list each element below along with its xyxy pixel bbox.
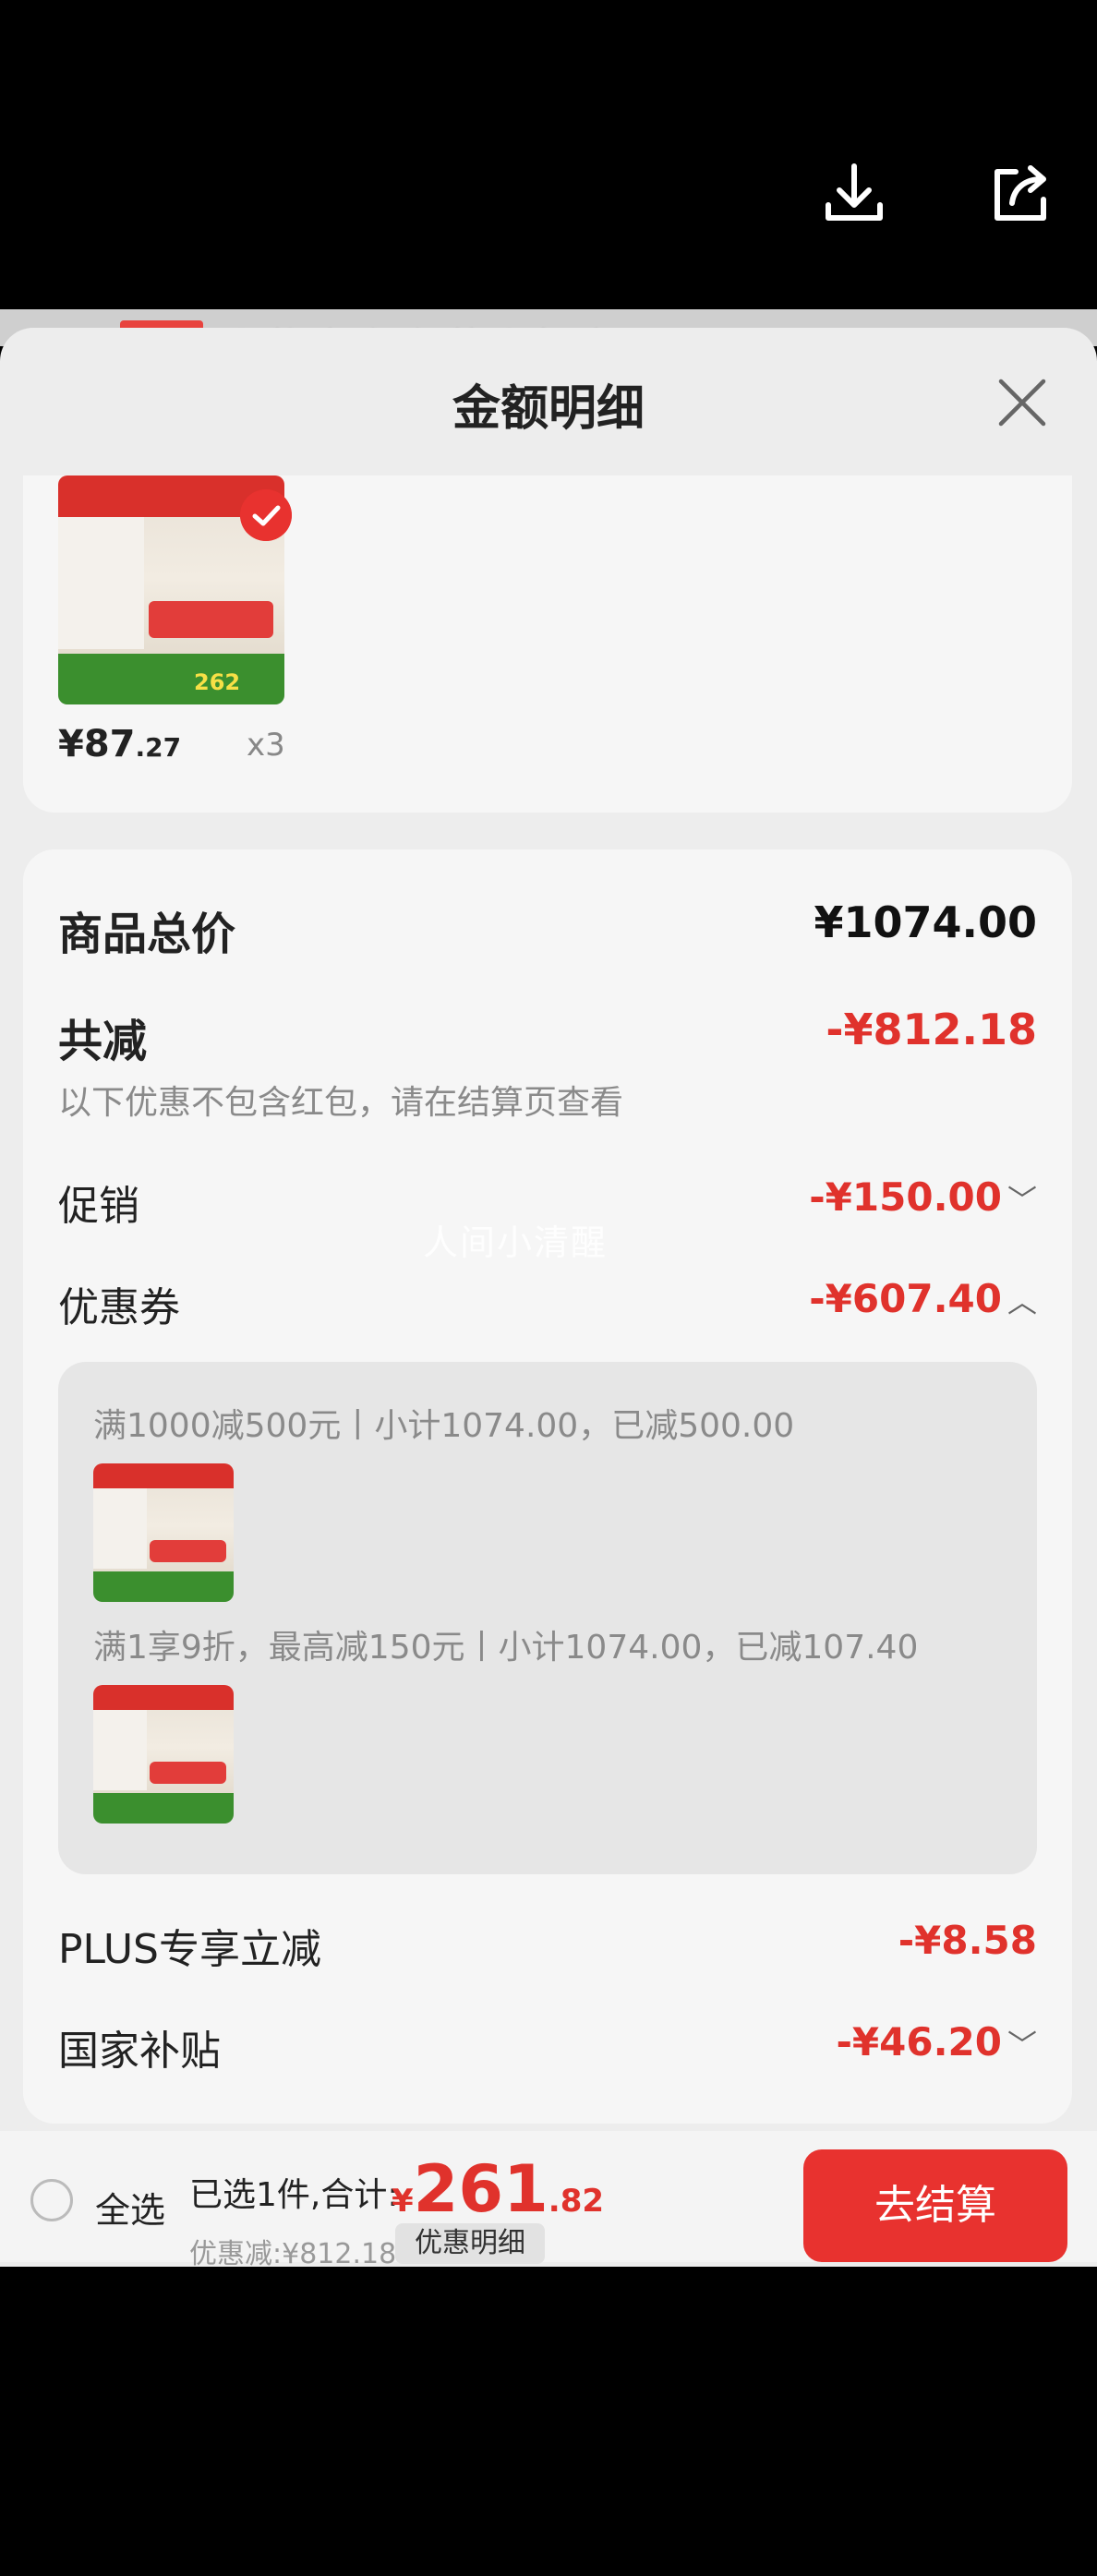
- select-all-radio[interactable]: [30, 2179, 73, 2221]
- total-price-label: 商品总价: [58, 909, 236, 960]
- top-bar: [0, 0, 1097, 309]
- coupon-product-image-1: [93, 1463, 234, 1602]
- subsidy-label: 国家补贴: [58, 2028, 221, 2075]
- promotion-value: -¥150.00: [809, 1174, 1002, 1220]
- promotion-label: 促销: [58, 1183, 139, 1230]
- product-quantity: x3: [247, 727, 285, 764]
- watermark: 人间小清醒: [423, 1222, 609, 1263]
- total-amount: ¥261.82: [392, 2151, 605, 2227]
- coupon-product-image-2: [93, 1685, 234, 1824]
- subsidy-row[interactable]: -¥46.20 ﹀: [836, 2019, 1037, 2064]
- subsidy-value: -¥46.20: [836, 2019, 1002, 2064]
- coupon-row[interactable]: -¥607.40 ︿: [809, 1276, 1037, 1321]
- coupon-label: 优惠券: [58, 1284, 180, 1331]
- price-breakdown-card: 商品总价 ¥1074.00 共减 -¥812.18 以下优惠不包含红包，请在结算…: [23, 849, 1072, 2124]
- coupon-line-1: 满1000减500元丨小计1074.00，已减500.00: [93, 1407, 795, 1445]
- checkout-button[interactable]: 去结算: [803, 2149, 1067, 2262]
- promotion-row[interactable]: -¥150.00 ﹀: [809, 1174, 1037, 1220]
- chevron-down-icon: ﹀: [1007, 1183, 1037, 1218]
- share-icon[interactable]: [984, 157, 1058, 231]
- thumb-number: 262: [194, 669, 241, 696]
- coupon-detail-box: 满1000减500元丨小计1074.00，已减500.00 满1享9折，最高减1…: [58, 1362, 1037, 1874]
- select-all-label[interactable]: 全选: [95, 2182, 165, 2233]
- download-icon[interactable]: [817, 157, 891, 231]
- reduction-note: 以下优惠不包含红包，请在结算页查看: [58, 1084, 624, 1122]
- plus-discount-label: PLUS专享立减: [58, 1926, 321, 1973]
- selection-summary: 已选1件,合计:: [189, 2176, 399, 2214]
- coupon-value: -¥607.40: [809, 1276, 1002, 1321]
- plus-discount-value: -¥8.58: [898, 1918, 1037, 1963]
- total-reduction-label: 共减: [58, 1016, 148, 1067]
- amount-detail-sheet: 金额明细 262 ¥87.27 x3 商品总价 ¥1074.00 共减 -¥81…: [0, 328, 1097, 2267]
- discount-detail-button[interactable]: 优惠明细: [395, 2223, 545, 2264]
- chevron-up-icon: ︿: [1007, 1284, 1037, 1319]
- total-reduction-value: -¥812.18: [826, 1005, 1037, 1054]
- coupon-line-2: 满1享9折，最高减150元丨小计1074.00，已减107.40: [93, 1629, 919, 1667]
- close-icon[interactable]: [995, 376, 1049, 429]
- total-price-value: ¥1074.00: [814, 897, 1037, 947]
- selected-check-icon[interactable]: [240, 489, 292, 541]
- product-price: ¥87.27: [58, 723, 182, 765]
- discount-summary: 优惠减:¥812.18: [189, 2238, 397, 2270]
- chevron-down-icon: ﹀: [1007, 2028, 1037, 2063]
- product-card: 262 ¥87.27 x3: [23, 475, 1072, 813]
- sheet-title: 金额明细: [452, 381, 645, 437]
- checkout-bar: 全选 已选1件,合计: ¥261.82 优惠减:¥812.18 优惠明细 去结算: [0, 2131, 1097, 2270]
